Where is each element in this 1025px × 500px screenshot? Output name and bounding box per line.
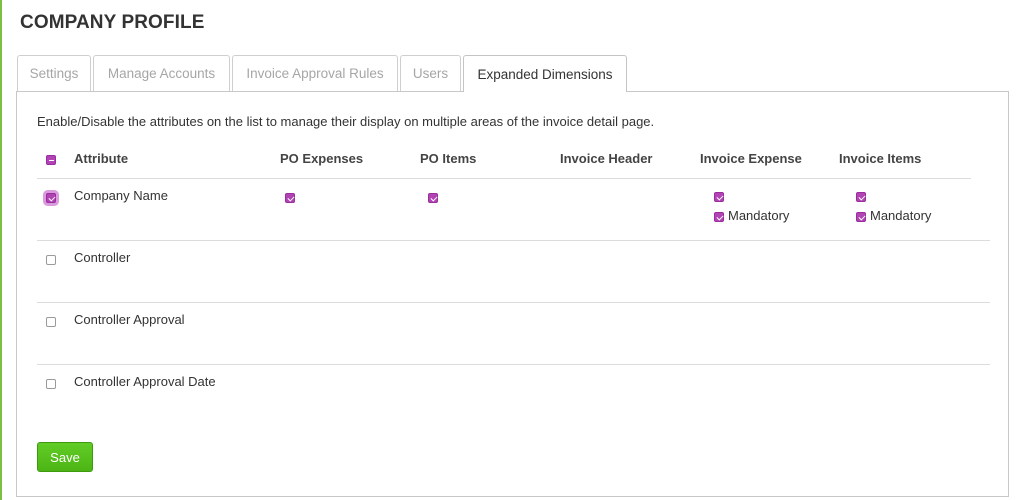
invoice-items-mandatory-checkbox[interactable]: [856, 212, 866, 222]
header-divider: [37, 178, 971, 179]
row-label: Controller Approval Date: [74, 374, 216, 389]
po-items-checkbox[interactable]: [428, 193, 438, 203]
invoice-expense-mandatory-label: Mandatory: [728, 208, 790, 223]
column-header-invoice-items: Invoice Items: [839, 151, 922, 166]
row-enable-checkbox[interactable]: [46, 193, 56, 203]
save-button[interactable]: Save: [37, 442, 93, 472]
tab-users[interactable]: Users: [400, 55, 461, 91]
row-enable-checkbox[interactable]: [46, 255, 56, 265]
invoice-expense-mandatory-checkbox[interactable]: [714, 212, 724, 222]
row-divider: [37, 302, 990, 303]
invoice-expense-checkbox[interactable]: [714, 192, 724, 202]
tab-settings[interactable]: Settings: [17, 55, 91, 91]
invoice-items-mandatory-label: Mandatory: [870, 208, 932, 223]
column-header-po-items: PO Items: [420, 151, 477, 166]
row-label: Controller: [74, 250, 131, 265]
expanded-dimensions-panel: Enable/Disable the attributes on the lis…: [16, 91, 1009, 497]
left-border-accent: [0, 0, 2, 500]
column-header-invoice-expense: Invoice Expense: [700, 151, 802, 166]
page-title: COMPANY PROFILE: [20, 12, 205, 33]
column-header-attribute: Attribute: [74, 151, 129, 166]
row-enable-checkbox[interactable]: [46, 317, 56, 327]
invoice-items-checkbox[interactable]: [856, 192, 866, 202]
column-header-invoice-header: Invoice Header: [560, 151, 653, 166]
po-expenses-checkbox[interactable]: [285, 193, 295, 203]
row-divider: [37, 364, 990, 365]
tab-manage-accounts[interactable]: Manage Accounts: [93, 55, 230, 91]
tab-invoice-approval-rules[interactable]: Invoice Approval Rules: [232, 55, 398, 91]
tab-expanded-dimensions[interactable]: Expanded Dimensions: [463, 55, 627, 92]
row-divider: [37, 240, 990, 241]
row-label: Company Name: [74, 188, 168, 203]
row-enable-checkbox[interactable]: [46, 379, 56, 389]
column-header-po-expenses: PO Expenses: [280, 151, 364, 166]
select-all-checkbox[interactable]: [46, 155, 56, 165]
panel-description: Enable/Disable the attributes on the lis…: [37, 114, 655, 129]
row-label: Controller Approval: [74, 312, 185, 327]
